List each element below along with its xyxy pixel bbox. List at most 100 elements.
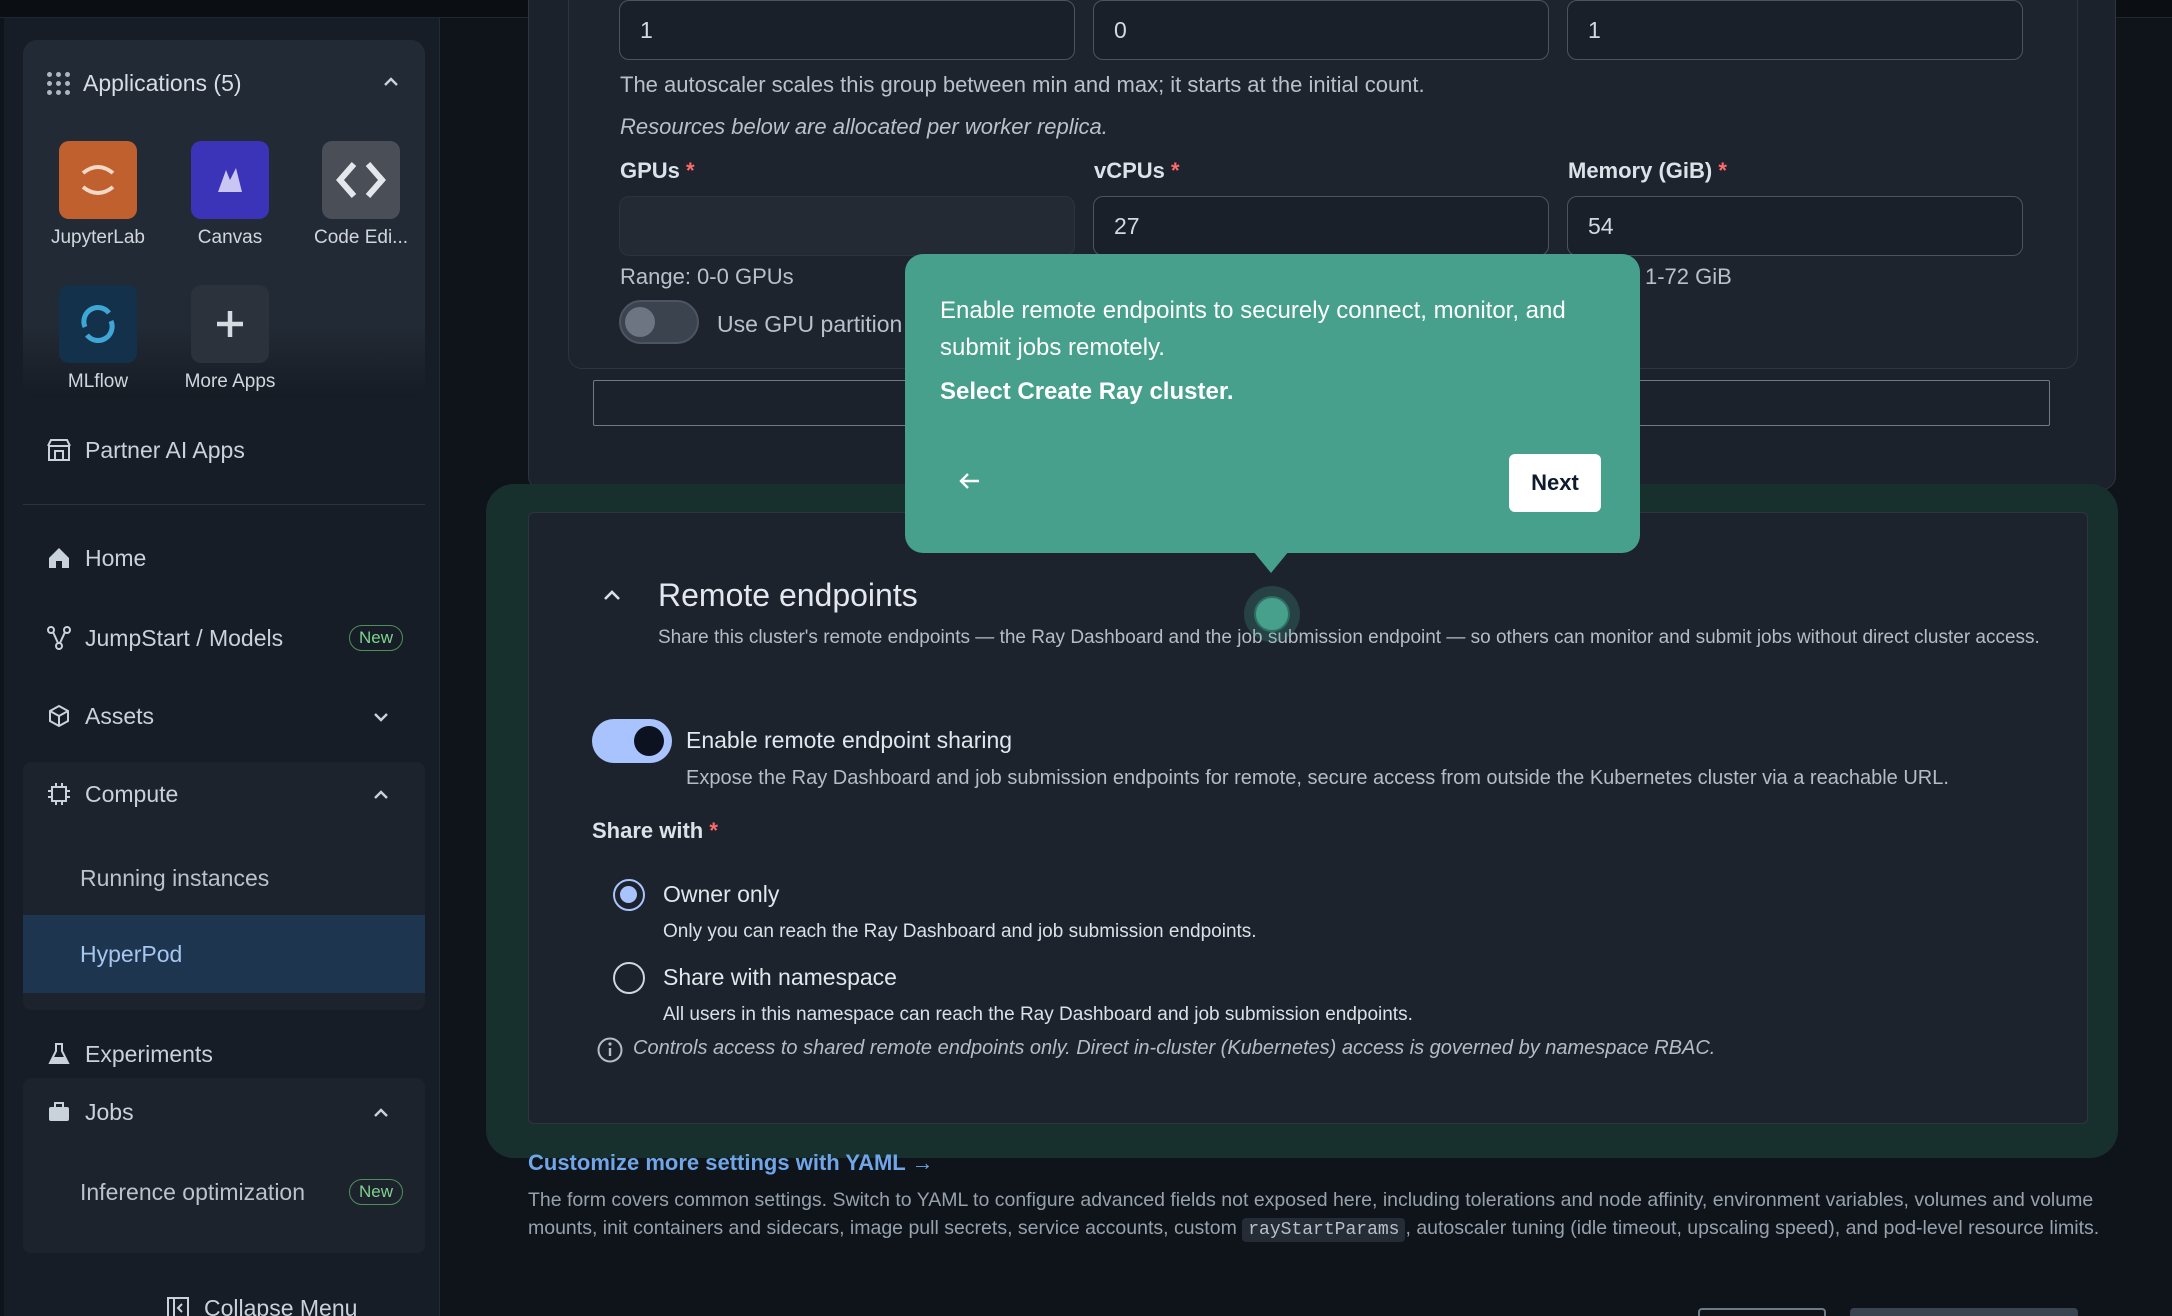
tour-beacon: [1244, 586, 1300, 642]
cube-icon: [45, 702, 73, 730]
chip-icon: [45, 780, 73, 808]
sidebar-item-jobs[interactable]: Jobs: [23, 1090, 425, 1134]
apps-grid-icon: [47, 71, 71, 96]
home-icon: [45, 544, 73, 572]
create-ray-cluster-button[interactable]: [1850, 1308, 2078, 1316]
owner-only-radio[interactable]: [613, 879, 645, 911]
gpu-partition-toggle[interactable]: [619, 300, 699, 344]
access-info-note: Controls access to shared remote endpoin…: [633, 1037, 1716, 1059]
owner-only-help: Only you can reach the Ray Dashboard and…: [663, 921, 1257, 942]
sidebar-item-assets[interactable]: Assets: [23, 694, 425, 738]
initial-count-input[interactable]: 1: [619, 0, 1075, 60]
store-icon: [45, 436, 73, 464]
chevron-up-icon: [371, 784, 391, 804]
toggle-knob: [634, 726, 664, 756]
sidebar-item-label: Partner AI Apps: [85, 436, 245, 463]
info-icon: [596, 1036, 624, 1064]
sidebar-item-home[interactable]: Home: [23, 538, 425, 578]
sidebar: Applications (5) JupyterLab Canvas Code …: [4, 18, 440, 1316]
min-count-input[interactable]: 0: [1093, 0, 1549, 60]
memory-range-text: 1-72 GiB: [1645, 264, 1732, 289]
new-badge: New: [348, 625, 403, 651]
share-with-namespace-radio[interactable]: [613, 962, 645, 994]
app-label: JupyterLab: [50, 227, 145, 248]
collapse-menu-button[interactable]: Collapse Menu: [164, 1288, 424, 1316]
customize-yaml-link[interactable]: Customize more settings with YAML →: [528, 1150, 933, 1176]
plus-icon: [191, 285, 269, 363]
applications-panel: Applications (5) JupyterLab Canvas Code …: [23, 40, 425, 397]
vcpus-input[interactable]: 27: [1093, 196, 1549, 256]
yaml-description-text-end: , autoscaler tuning (idle timeout, upsca…: [1405, 1217, 2100, 1239]
sidebar-item-partner-ai-apps[interactable]: Partner AI Apps: [23, 430, 425, 470]
sidebar-item-label: JumpStart / Models: [85, 624, 284, 651]
app-label: More Apps: [184, 371, 276, 392]
tooltip-pointer: [1253, 551, 1289, 573]
model-graph-icon: [45, 624, 73, 652]
ray-start-params-code: rayStartParams: [1242, 1218, 1406, 1242]
remote-endpoint-sharing-label: Enable remote endpoint sharing: [686, 727, 1013, 753]
app-code-editor[interactable]: Code Edi...: [296, 141, 426, 249]
collapse-sidebar-icon: [164, 1294, 192, 1316]
flask-icon: [45, 1040, 73, 1068]
chevron-up-icon: [371, 1102, 391, 1122]
per-replica-note: Resources below are allocated per worker…: [620, 114, 1108, 139]
tooltip-body: Enable remote endpoints to securely conn…: [940, 297, 1566, 361]
gpus-label: GPUs *: [620, 158, 695, 183]
sidebar-item-label: Home: [85, 544, 147, 571]
arrow-left-icon[interactable]: [955, 466, 985, 496]
applications-title: Applications (5): [83, 70, 242, 96]
applications-header[interactable]: Applications (5): [47, 70, 242, 97]
sidebar-item-inference-optimization[interactable]: Inference optimization New: [23, 1170, 425, 1214]
autoscaler-help-text: The autoscaler scales this group between…: [620, 72, 1425, 97]
app-label: MLflow: [67, 371, 129, 392]
remote-endpoint-sharing-help: Expose the Ray Dashboard and job submiss…: [686, 767, 1949, 789]
sidebar-item-hyperpod[interactable]: HyperPod: [23, 915, 425, 993]
app-more-apps[interactable]: More Apps: [165, 285, 295, 393]
remote-endpoints-title: Remote endpoints: [658, 577, 918, 613]
max-count-input[interactable]: 1: [1567, 0, 2023, 60]
memory-label: Memory (GiB) *: [1568, 158, 1727, 183]
memory-input[interactable]: 54: [1567, 196, 2023, 256]
chevron-up-icon[interactable]: [379, 70, 403, 94]
sidebar-item-label: Assets: [85, 702, 155, 729]
jupyterlab-icon: [59, 141, 137, 219]
sidebar-item-running-instances[interactable]: Running instances: [23, 858, 425, 898]
sidebar-item-compute[interactable]: Compute: [23, 772, 425, 816]
cancel-button[interactable]: [1698, 1308, 1826, 1316]
share-with-namespace-label: Share with namespace: [663, 964, 897, 990]
gpu-partition-label: Use GPU partition: [717, 311, 903, 337]
sidebar-item-experiments[interactable]: Experiments: [23, 1034, 425, 1074]
app-jupyterlab[interactable]: JupyterLab: [33, 141, 163, 249]
gpu-range-text: Range: 0-0 GPUs: [620, 264, 794, 289]
new-badge: New: [348, 1179, 403, 1205]
app-mlflow[interactable]: MLflow: [33, 285, 163, 393]
sidebar-item-label: Jobs: [85, 1098, 134, 1125]
collapse-menu-label: Collapse Menu: [204, 1294, 358, 1316]
chevron-up-icon[interactable]: [599, 583, 625, 609]
sidebar-divider: [23, 504, 425, 505]
sidebar-item-label: Experiments: [85, 1040, 213, 1067]
remote-endpoints-description: Share this cluster's remote endpoints — …: [658, 627, 2040, 648]
next-button[interactable]: Next: [1509, 454, 1601, 512]
app-canvas[interactable]: Canvas: [165, 141, 295, 249]
chevron-down-icon: [371, 706, 391, 726]
code-editor-icon: [322, 141, 400, 219]
toggle-knob: [625, 307, 655, 337]
sidebar-item-label: Compute: [85, 780, 179, 807]
share-with-label: Share with *: [592, 818, 718, 843]
tooltip-action: Select Create Ray cluster.: [940, 378, 1234, 405]
canvas-icon: [191, 141, 269, 219]
app-label: Code Edi...: [314, 227, 408, 248]
remote-endpoints-card: Remote endpoints Share this cluster's re…: [528, 512, 2088, 1124]
sidebar-item-jumpstart[interactable]: JumpStart / Models New: [23, 616, 425, 660]
guided-tour-tooltip: Enable remote endpoints to securely conn…: [905, 254, 1640, 553]
vcpus-label: vCPUs *: [1094, 158, 1180, 183]
yaml-description: The form covers common settings. Switch …: [528, 1186, 2108, 1244]
share-with-namespace-help: All users in this namespace can reach th…: [663, 1004, 1413, 1025]
app-label: Canvas: [197, 227, 263, 248]
sidebar-item-label: Inference optimization: [80, 1178, 306, 1205]
remote-endpoint-sharing-toggle[interactable]: [592, 719, 672, 763]
gpus-input[interactable]: [619, 196, 1075, 256]
mlflow-icon: [59, 285, 137, 363]
briefcase-icon: [45, 1098, 73, 1126]
